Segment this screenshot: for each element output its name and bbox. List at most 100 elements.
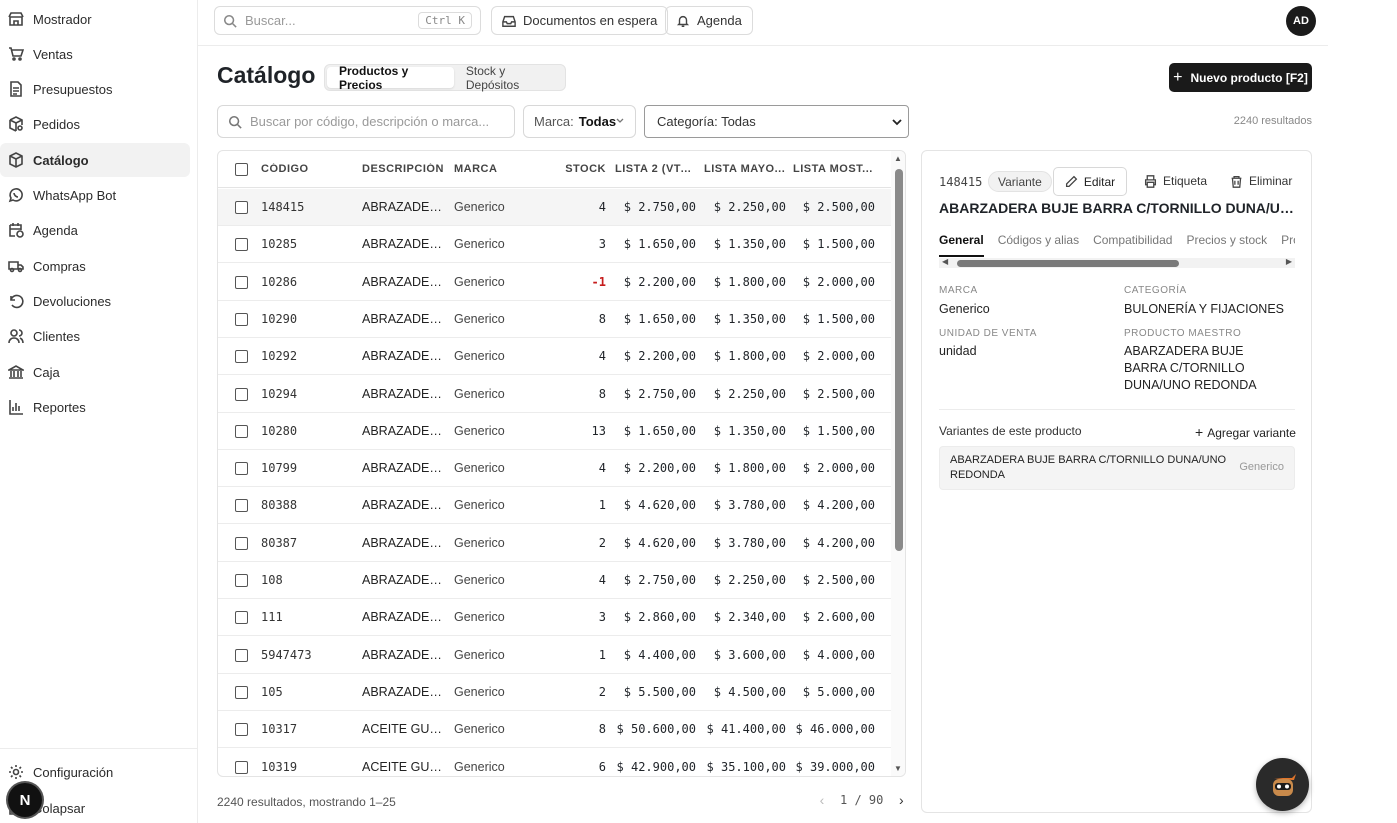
table-row[interactable]: 10286 ABRAZADER... Generico -1 $ 2.200,00 $ 1… xyxy=(218,264,891,301)
table-header: CÓDIGO DESCRIPCIÓN MARCA STOCK LISTA 2 (… xyxy=(218,151,891,188)
row-checkbox[interactable] xyxy=(235,275,248,289)
new-product-button[interactable]: + Nuevo producto [F2] xyxy=(1169,63,1312,92)
cell-code: 10317 xyxy=(261,722,298,737)
row-checkbox[interactable] xyxy=(235,499,248,513)
cell-code: 148415 xyxy=(261,200,305,214)
search-icon xyxy=(228,115,242,129)
cell-price-list2: $ 2.860,00 xyxy=(623,610,696,625)
row-checkbox[interactable] xyxy=(235,723,248,737)
column-header-list2[interactable]: LISTA 2 (VTA... xyxy=(615,163,697,175)
label-button[interactable]: Etiqueta xyxy=(1144,174,1207,188)
sidebar-item-agenda[interactable]: Agenda xyxy=(0,213,190,247)
detail-tab-general[interactable]: General xyxy=(939,233,984,257)
scroll-thumb[interactable] xyxy=(957,260,1179,267)
row-checkbox[interactable] xyxy=(235,201,248,214)
prev-page-icon[interactable]: ‹ xyxy=(812,792,832,808)
row-checkbox[interactable] xyxy=(235,536,248,550)
column-header-wholesale[interactable]: LISTA MAYO... xyxy=(704,163,786,175)
table-row[interactable]: 148415 ABRAZADER... Generico 4 $ 2.750,00 $ 2… xyxy=(218,189,891,226)
sidebar-item-compras[interactable]: Compras xyxy=(0,249,190,283)
scroll-down-arrow[interactable]: ▼ xyxy=(894,764,902,773)
table-row[interactable]: 108 ABRAZADER... Generico 4 $ 2.750,00 $ 2.25… xyxy=(218,562,891,599)
table-row[interactable]: 10799 ABRAZADER... Generico 4 $ 2.200,00 $ 1.… xyxy=(218,450,891,488)
row-checkbox[interactable] xyxy=(235,424,248,438)
product-search-input[interactable]: Buscar por código, descripción o marca..… xyxy=(217,105,515,138)
cell-price-wholesale: $ 3.600,00 xyxy=(713,647,786,662)
detail-tab-prices[interactable]: Precios y stock xyxy=(1186,233,1267,255)
brand-filter[interactable]: Marca: Todas xyxy=(523,105,636,138)
row-checkbox[interactable] xyxy=(235,238,248,252)
table-scrollbar[interactable]: ▲ ▼ xyxy=(891,151,905,776)
master-product-value[interactable]: ABARZADERA BUJE BARRA C/TORNILLO DUNA/UN… xyxy=(1124,343,1289,394)
row-checkbox[interactable] xyxy=(235,648,248,662)
table-row[interactable]: 10294 ABRAZADER... Generico 8 $ 2.750,00 $ 2.… xyxy=(218,376,891,413)
row-checkbox[interactable] xyxy=(235,350,248,364)
row-checkbox[interactable] xyxy=(235,312,248,326)
cell-stock: 4 xyxy=(598,200,606,214)
column-header-stock[interactable]: STOCK xyxy=(558,163,606,175)
pagination-info: 2240 resultados, mostrando 1–25 xyxy=(217,795,396,809)
user-avatar[interactable]: AD xyxy=(1286,6,1316,36)
sidebar-item-presupuestos[interactable]: Presupuestos xyxy=(0,72,190,106)
cell-price-wholesale: $ 1.800,00 xyxy=(713,274,786,289)
assistant-bot-button[interactable] xyxy=(1256,758,1309,811)
delete-button[interactable]: Eliminar xyxy=(1230,174,1292,188)
scroll-left-arrow[interactable]: ◀ xyxy=(942,257,948,266)
table-row[interactable]: 10317 ACEITE GULF... Generico 8 $ 50.600,00 $… xyxy=(218,711,891,749)
column-header-code[interactable]: CÓDIGO xyxy=(261,163,309,175)
table-row[interactable]: 10319 ACEITE GULF... Generico 6 $ 42.900,00 $… xyxy=(218,749,891,777)
sidebar-item-devoluciones[interactable]: Devoluciones xyxy=(0,284,190,318)
table-row[interactable]: 105 ABRAZADER... Generico 2 $ 5.500,00 $ 4.50… xyxy=(218,674,891,711)
detail-tab-compat[interactable]: Compatibilidad xyxy=(1093,233,1172,255)
next-page-icon[interactable]: › xyxy=(891,792,911,808)
table-row[interactable]: 111 ABRAZADER... Generico 3 $ 2.860,00 $ 2.34… xyxy=(218,599,891,637)
tab-stock-deposits[interactable]: Stock y Depósitos xyxy=(454,64,563,92)
bank-icon xyxy=(5,364,27,380)
cell-description: ABRAZADER... xyxy=(362,647,446,662)
edit-button[interactable]: Editar xyxy=(1053,167,1127,196)
row-checkbox[interactable] xyxy=(235,685,248,699)
agenda-button[interactable]: Agenda xyxy=(665,6,753,35)
sidebar-item-ventas[interactable]: Ventas xyxy=(0,37,190,71)
column-header-brand[interactable]: MARCA xyxy=(454,163,497,175)
cell-price-wholesale: $ 2.250,00 xyxy=(713,200,786,214)
table-row[interactable]: 80388 ABRAZADER... Generico 1 $ 4.620,00 $ 3.… xyxy=(218,487,891,525)
sidebar-item-catalogo[interactable]: Catálogo xyxy=(0,143,190,177)
sidebar-item-pedidos[interactable]: Pedidos xyxy=(0,107,190,141)
row-checkbox[interactable] xyxy=(235,387,248,401)
table-row[interactable]: 10280 ABRAZADER... Generico 13 $ 1.650,00 $ 1… xyxy=(218,413,891,450)
category-select[interactable]: Categoría: Todas xyxy=(644,105,909,138)
global-search-input[interactable]: Buscar... Ctrl K xyxy=(214,6,481,35)
row-checkbox[interactable] xyxy=(235,462,248,476)
cell-brand: Generico xyxy=(454,722,505,737)
row-checkbox[interactable] xyxy=(235,574,248,587)
detail-tab-more[interactable]: Pro xyxy=(1281,233,1295,255)
detail-tabs-scrollbar[interactable]: ◀ ▶ xyxy=(939,257,1295,268)
table-row[interactable]: 10292 ABRAZADER... Generico 4 $ 2.200,00 $ 1.… xyxy=(218,338,891,376)
document-icon xyxy=(8,81,24,97)
dev-tools-badge[interactable]: N xyxy=(8,783,42,817)
row-checkbox[interactable] xyxy=(235,760,248,774)
scroll-thumb[interactable] xyxy=(895,169,903,551)
row-checkbox[interactable] xyxy=(235,611,248,625)
table-row[interactable]: 5947473 ABRAZADER... Generico 1 $ 4.400,00 $ … xyxy=(218,637,891,674)
sidebar-item-clientes[interactable]: Clientes xyxy=(0,319,190,353)
scroll-right-arrow[interactable]: ▶ xyxy=(1286,257,1292,266)
column-header-description[interactable]: DESCRIPCIÓN xyxy=(362,163,444,175)
sidebar-item-mostrador[interactable]: Mostrador xyxy=(0,2,190,36)
tab-products-prices[interactable]: Productos y Precios xyxy=(327,64,454,92)
table-row[interactable]: 10290 ABRAZADER... Generico 8 $ 1.650,00 $ 1.… xyxy=(218,301,891,338)
detail-tab-codes[interactable]: Códigos y alias xyxy=(998,233,1079,255)
select-all-checkbox[interactable] xyxy=(235,163,248,176)
scroll-up-arrow[interactable]: ▲ xyxy=(894,154,902,163)
brand-value: Generico xyxy=(939,302,990,316)
sidebar-item-whatsapp-bot[interactable]: WhatsApp Bot xyxy=(0,178,190,212)
add-variant-button[interactable]: + Agregar variante xyxy=(1195,424,1296,440)
variant-item[interactable]: ABARZADERA BUJE BARRA C/TORNILLO DUNA/UN… xyxy=(939,446,1295,490)
sidebar-item-caja[interactable]: Caja xyxy=(0,355,190,389)
table-row[interactable]: 10285 ABRAZADER... Generico 3 $ 1.650,00 $ 1.… xyxy=(218,226,891,264)
sidebar-item-reportes[interactable]: Reportes xyxy=(0,390,190,424)
column-header-counter[interactable]: LISTA MOST... xyxy=(793,163,875,175)
pending-documents-button[interactable]: Documentos en espera xyxy=(491,6,669,35)
table-row[interactable]: 80387 ABRAZADER... Generico 2 $ 4.620,00 $ 3.… xyxy=(218,525,891,562)
